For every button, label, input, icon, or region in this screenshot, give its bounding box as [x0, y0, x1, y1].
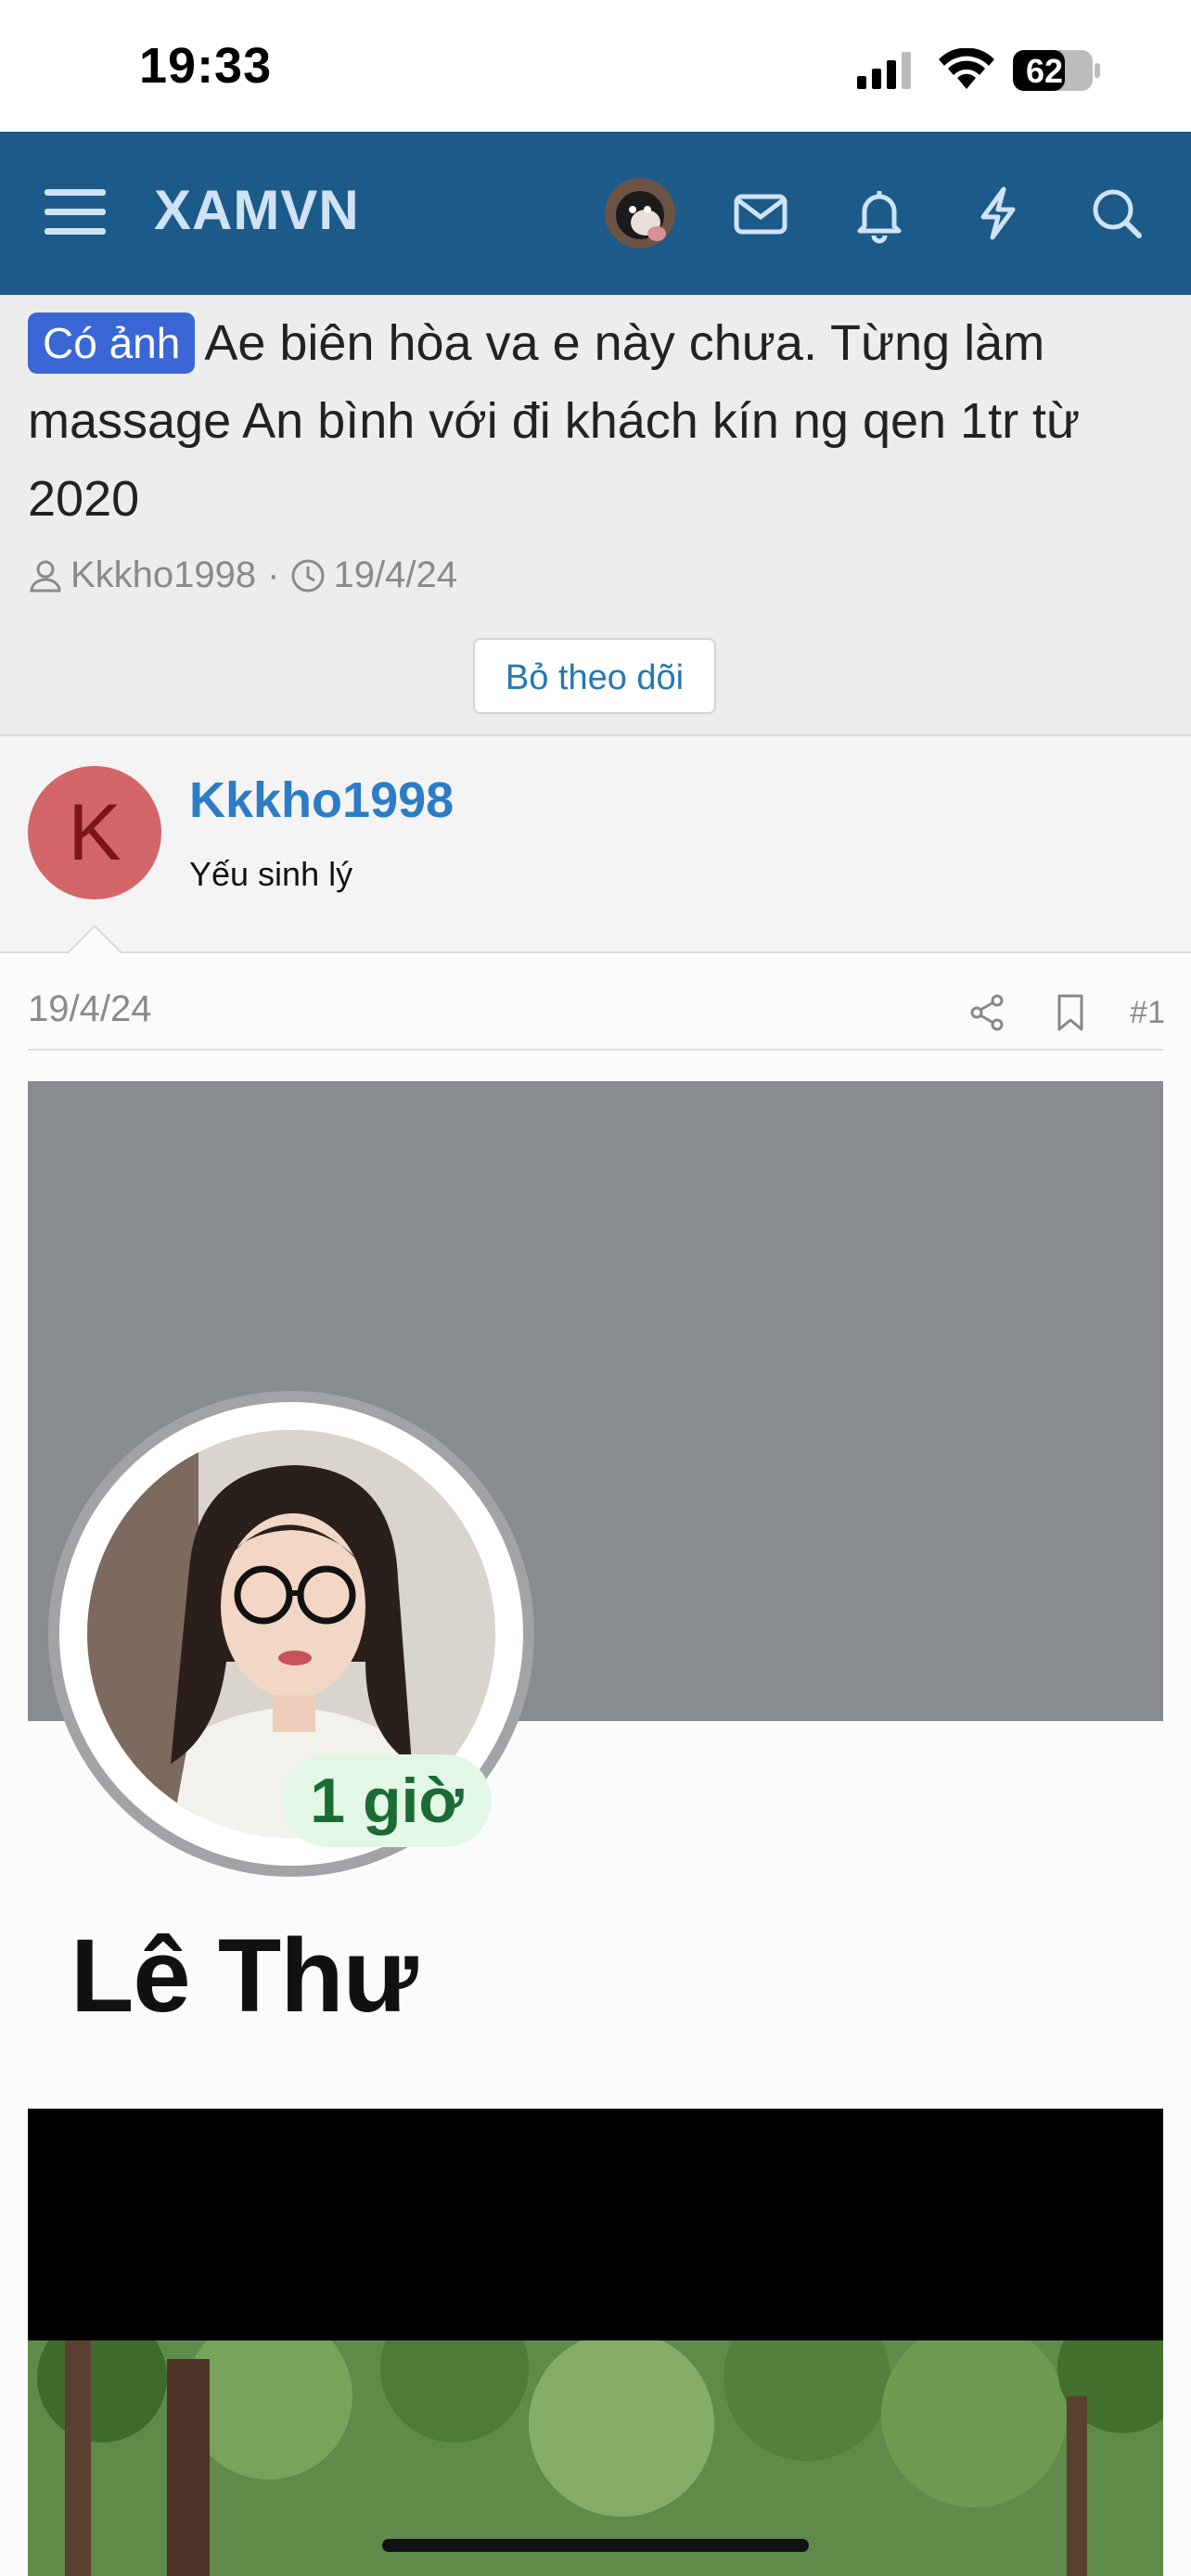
- clock-icon: [291, 559, 325, 592]
- status-time: 19:33: [139, 38, 273, 94]
- thread-author[interactable]: Kkkho1998: [70, 555, 256, 596]
- username-link[interactable]: Kkkho1998: [189, 772, 454, 829]
- unwatch-button[interactable]: Bỏ theo dõi: [473, 638, 716, 714]
- whats-new-bolt-icon[interactable]: [965, 180, 1031, 247]
- user-icon: [30, 560, 61, 592]
- post-content: 19/4/24 #1 1 giờ Lê Thư: [0, 953, 1191, 2576]
- menu-icon[interactable]: [45, 182, 106, 243]
- thread-meta: Kkkho1998 · 19/4/24: [28, 555, 457, 596]
- thread-prefix-badge[interactable]: Có ảnh: [28, 312, 196, 374]
- user-title: Yếu sinh lý: [189, 855, 353, 893]
- status-bar: 19:33 62: [0, 0, 1191, 132]
- bell-icon[interactable]: [846, 180, 913, 247]
- battery-indicator: 62: [1013, 50, 1102, 91]
- user-avatar[interactable]: K: [28, 766, 161, 899]
- meta-separator: ·: [267, 555, 280, 595]
- account-avatar[interactable]: [605, 178, 675, 249]
- site-logo[interactable]: XAMVN: [154, 178, 360, 242]
- search-icon[interactable]: [1083, 180, 1150, 247]
- post-divider: [28, 1049, 1163, 1051]
- profile-name: Lê Thư: [70, 1918, 418, 2034]
- bookmark-icon[interactable]: [1052, 992, 1089, 1033]
- top-navbar: XAMVN: [0, 132, 1191, 295]
- post-attached-image[interactable]: 1 giờ Lê Thư: [28, 1081, 1163, 2576]
- cellular-signal-icon: [857, 52, 911, 89]
- image-black-band: [28, 2109, 1163, 2340]
- post-date[interactable]: 19/4/24: [28, 988, 151, 1030]
- post-pointer: [69, 927, 121, 953]
- wifi-icon: [939, 48, 994, 89]
- time-badge: 1 giờ: [282, 1754, 492, 1847]
- home-indicator[interactable]: [382, 2539, 809, 2552]
- thread-title: Có ảnh Ae biên hòa va e này chưa. Từng là…: [28, 304, 1169, 538]
- post-user-block: K Kkkho1998 Yếu sinh lý: [0, 736, 1191, 953]
- battery-level: 62: [1026, 52, 1064, 90]
- share-icon[interactable]: [968, 992, 1005, 1033]
- thread-header: Có ảnh Ae biên hòa va e này chưa. Từng là…: [0, 295, 1191, 736]
- mail-icon[interactable]: [727, 180, 794, 247]
- thread-date[interactable]: 19/4/24: [333, 555, 456, 596]
- post-actions: #1: [922, 992, 1165, 1033]
- avatar-image: [605, 178, 675, 249]
- post-number[interactable]: #1: [1130, 995, 1165, 1031]
